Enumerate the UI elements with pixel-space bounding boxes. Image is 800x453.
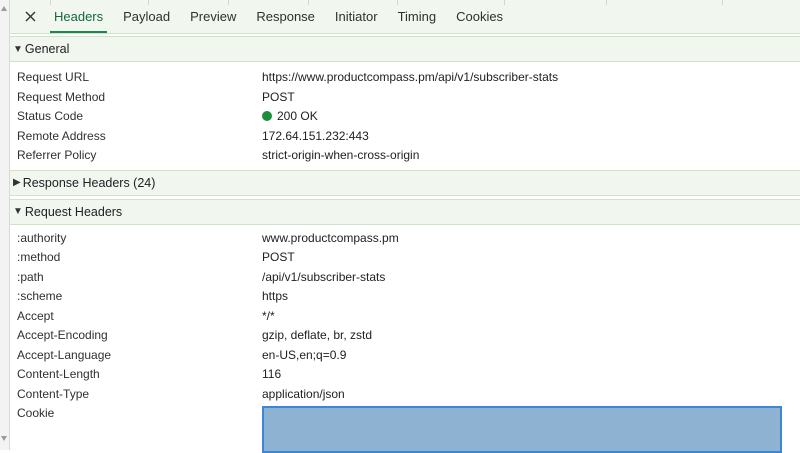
header-row: :authority www.productcompass.pm [10, 229, 800, 249]
tab-label: Preview [190, 9, 237, 24]
section-title: General [24, 42, 70, 56]
redacted-cookie-value[interactable] [262, 406, 782, 453]
tab-label: Cookies [456, 9, 504, 24]
response-headers-toggle[interactable]: ▶ Response Headers (24) [10, 169, 800, 196]
header-value[interactable]: www.productcompass.pm [262, 231, 399, 245]
tab-headers[interactable]: Headers [44, 0, 113, 33]
header-row: Status Code 200 OK [10, 107, 800, 127]
status-text: 200 OK [277, 109, 318, 123]
header-key: Cookie [17, 406, 55, 420]
header-key: Status Code [17, 109, 84, 123]
general-section-toggle[interactable]: ▼ General [10, 36, 800, 62]
tab-label: Initiator [334, 9, 378, 24]
tab-timing[interactable]: Timing [388, 0, 447, 33]
tab-preview[interactable]: Preview [180, 0, 246, 33]
header-row: Accept-Language en-US,en;q=0.9 [10, 346, 800, 366]
status-value[interactable]: 200 OK [262, 109, 318, 123]
header-row: Cookie [10, 404, 800, 453]
header-row: Remote Address 172.64.151.232:443 [10, 127, 800, 147]
header-value[interactable]: application/json [262, 387, 345, 401]
header-row: :path/api/v1/subscriber-stats [10, 268, 800, 288]
header-row: :method POST [10, 248, 800, 268]
header-value[interactable]: POST [262, 250, 295, 264]
scroll-down-icon[interactable] [1, 436, 7, 441]
header-value[interactable]: https://www.productcompass.pm/api/v1/sub… [262, 70, 558, 84]
tab-label: Headers [54, 9, 104, 24]
header-key: :method [17, 250, 61, 264]
header-value[interactable]: https [262, 289, 288, 303]
header-value[interactable]: strict-origin-when-cross-origin [262, 148, 419, 162]
header-key: Accept-Encoding [17, 328, 108, 342]
header-row: Accept */* [10, 307, 800, 327]
tab-label: Response [256, 9, 315, 24]
header-row: :scheme https [10, 287, 800, 307]
header-row: Accept-Encoding gzip, deflate, br, zstd [10, 326, 800, 346]
caret-down-icon: ▼ [13, 206, 23, 217]
header-key: Referrer Policy [17, 148, 97, 162]
status-ok-icon [262, 111, 272, 121]
headers-panel: Headers Payload Preview Response Initiat… [10, 0, 800, 453]
header-value[interactable]: /api/v1/subscriber-stats [262, 270, 385, 284]
header-value[interactable]: 172.64.151.232:443 [262, 129, 369, 143]
tab-response[interactable]: Response [246, 0, 325, 33]
tab-payload[interactable]: Payload [113, 0, 180, 33]
header-row: Content-Type application/json [10, 385, 800, 405]
header-value[interactable]: gzip, deflate, br, zstd [262, 328, 372, 342]
left-scrollbar[interactable] [0, 0, 10, 450]
header-key: Content-Type [17, 386, 90, 401]
tab-divider [722, 0, 723, 5]
header-key: :path [17, 269, 44, 284]
header-value[interactable]: POST [262, 90, 295, 104]
tab-bar: Headers Payload Preview Response Initiat… [10, 0, 800, 34]
header-key: :scheme [17, 289, 63, 303]
header-value[interactable]: 116 [262, 367, 281, 381]
header-row: Request Method POST [10, 88, 800, 108]
scroll-up-icon[interactable] [1, 6, 7, 11]
close-panel-button[interactable] [16, 0, 44, 33]
request-header-rows: :authority www.productcompass.pm :method P… [10, 225, 800, 453]
tab-label: Timing [397, 9, 437, 24]
tab-cookies[interactable]: Cookies [446, 0, 513, 33]
general-rows: Request URL https://www.productcompass.p… [10, 62, 800, 170]
header-key: Accept [17, 308, 54, 323]
header-key: Request URL [17, 70, 90, 84]
close-icon[interactable] [25, 11, 36, 22]
header-value[interactable]: en-US,en;q=0.9 [262, 348, 346, 362]
header-key: Request Method [17, 89, 106, 104]
tab-label: Payload [123, 9, 171, 24]
header-key: Content-Length [17, 367, 100, 381]
caret-down-icon: ▼ [13, 43, 23, 55]
header-row: Referrer Policy strict-origin-when-cross… [10, 146, 800, 166]
header-row: Request URL https://www.productcompass.p… [10, 68, 800, 88]
header-key: :authority [17, 230, 67, 245]
section-title: Response Headers (24) [22, 175, 156, 190]
header-key: Accept-Language [17, 347, 112, 362]
tab-initiator[interactable]: Initiator [325, 0, 388, 33]
caret-right-icon: ▶ [13, 177, 21, 188]
header-value[interactable]: */* [262, 309, 275, 323]
request-headers-toggle[interactable]: ▼ Request Headers [10, 198, 800, 225]
section-title: Request Headers [24, 204, 123, 219]
tab-divider [606, 0, 607, 5]
header-row: Content-Length 116 [10, 365, 800, 385]
header-key: Remote Address [17, 128, 106, 143]
